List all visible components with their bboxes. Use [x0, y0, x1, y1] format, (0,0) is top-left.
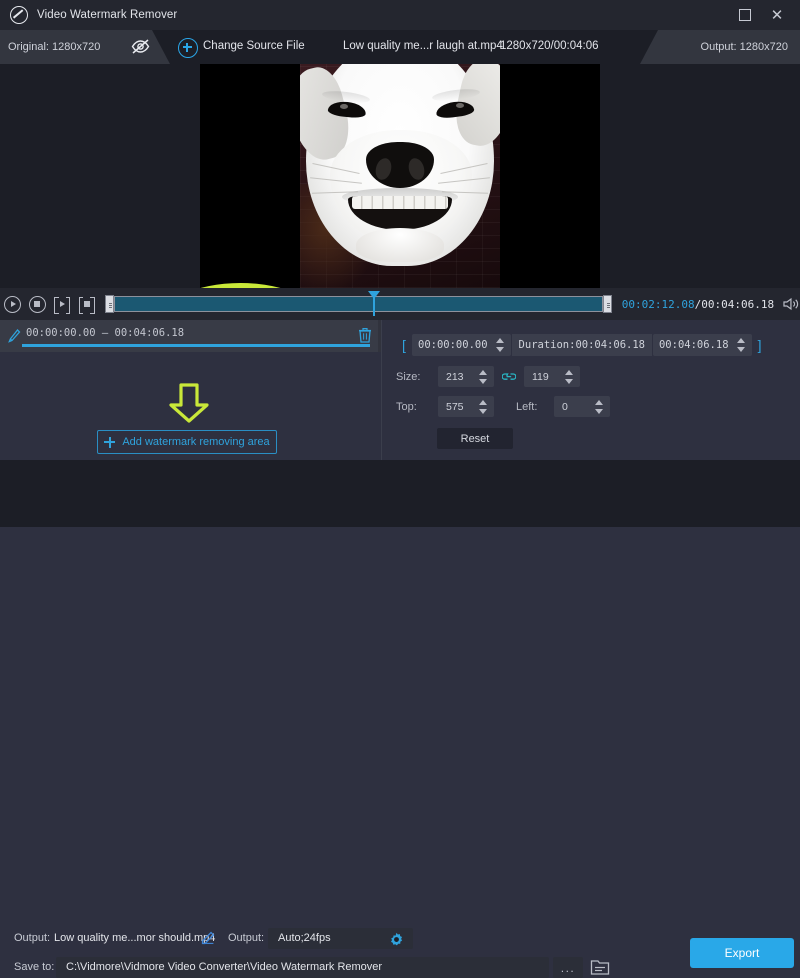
play-bracket-icon	[54, 297, 70, 312]
dog-nostril-left	[373, 156, 393, 181]
reset-button[interactable]: Reset	[437, 428, 513, 449]
stop-button[interactable]	[25, 293, 50, 315]
output-label-1: Output:	[14, 932, 50, 944]
close-button[interactable]: ✕	[762, 1, 792, 29]
plus-circle-icon[interactable]	[178, 38, 198, 58]
stepper-arrows-icon[interactable]	[735, 337, 748, 353]
play-circle-icon	[4, 296, 21, 313]
size-row: Size: 213 119	[396, 366, 580, 387]
source-file-name: Low quality me...r laugh at.mp4	[343, 40, 503, 52]
stepper-arrows-icon[interactable]	[563, 369, 576, 385]
gear-icon[interactable]	[389, 932, 404, 947]
title-bar: Video Watermark Remover ✕	[0, 0, 800, 30]
stop-circle-icon	[29, 296, 46, 313]
dog-eye-shine-left	[340, 104, 348, 109]
clip-progress-bar	[22, 344, 370, 347]
video-frame	[300, 64, 500, 288]
dog-eye-shine-right	[456, 103, 464, 108]
format-value: Auto;24fps	[278, 932, 331, 944]
time-display: 00:02:12.08/00:04:06.18	[622, 298, 774, 311]
window-title: Video Watermark Remover	[37, 9, 177, 21]
size-height-value: 119	[524, 371, 563, 383]
stepper-arrows-icon[interactable]	[593, 399, 606, 415]
dog-chin	[356, 228, 444, 262]
video-preview[interactable]	[200, 64, 600, 288]
transport-bar: 00:02:12.08/00:04:06.18	[0, 288, 800, 320]
properties-panel: [ 00:00:00.00 Duration:00:04:06.18 00:04…	[382, 320, 800, 460]
browse-more-button[interactable]: ...	[553, 957, 583, 978]
stepper-arrows-icon[interactable]	[477, 369, 490, 385]
size-height-stepper[interactable]: 119	[524, 366, 580, 387]
dog-nostril-right	[406, 156, 426, 181]
clip-item[interactable]: 00:00:00.00 — 00:04:06.18	[0, 320, 378, 352]
video-subject-dog	[306, 64, 494, 266]
add-watermark-area-button[interactable]: Add watermark removing area	[97, 430, 277, 454]
start-time-value: 00:00:00.00	[412, 339, 494, 351]
save-to-label: Save to:	[14, 961, 54, 973]
save-path-value: C:\Vidmore\Vidmore Video Converter\Video…	[66, 961, 382, 973]
left-label: Left:	[516, 401, 546, 413]
play-range-button[interactable]	[50, 293, 75, 315]
size-width-stepper[interactable]: 213	[438, 366, 494, 387]
add-watermark-area-label: Add watermark removing area	[122, 436, 269, 448]
window-controls: ✕	[730, 1, 800, 29]
app-window: Video Watermark Remover ✕ Original: 1280…	[0, 0, 800, 527]
timeline-scrubber[interactable]	[105, 294, 611, 314]
current-time: 00:02:12.08	[622, 298, 695, 311]
volume-icon[interactable]	[782, 296, 800, 312]
original-resolution-label: Original: 1280x720	[8, 41, 100, 53]
output-bar: Output: Low quality me...mor should.mp4 …	[0, 460, 800, 527]
watermark-logo-icon	[10, 6, 28, 24]
trim-handle-start[interactable]	[105, 295, 114, 313]
stop-range-button[interactable]	[74, 293, 99, 315]
top-stepper[interactable]: 575	[438, 396, 494, 417]
maximize-button[interactable]	[730, 1, 760, 29]
trim-handle-end[interactable]	[603, 295, 612, 313]
left-value: 0	[554, 401, 593, 413]
bracket-left-icon: [	[396, 337, 412, 353]
position-row: Top: 575 Left: 0	[396, 396, 610, 417]
link-chain-icon[interactable]	[502, 371, 516, 383]
output-file-name: Low quality me...mor should.mp4	[54, 932, 215, 944]
end-time-value: 00:04:06.18	[653, 339, 735, 351]
timeline-track[interactable]	[114, 296, 602, 312]
start-time-stepper[interactable]: 00:00:00.00	[412, 334, 511, 356]
source-info-bar: Original: 1280x720 Change Source File Lo…	[0, 30, 800, 64]
folder-icon[interactable]	[590, 958, 610, 976]
plus-icon	[104, 437, 115, 448]
close-icon: ✕	[771, 8, 784, 23]
top-value: 575	[438, 401, 477, 413]
pencil-icon[interactable]	[201, 931, 215, 945]
total-time: /00:04:06.18	[695, 298, 774, 311]
top-label: Top:	[396, 401, 430, 413]
bracket-right-icon: ]	[752, 337, 768, 353]
playhead-marker[interactable]	[373, 292, 375, 316]
export-button[interactable]: Export	[690, 938, 794, 968]
output-tab[interactable]: Output: 1280x720	[640, 30, 800, 64]
end-time-stepper[interactable]: 00:04:06.18	[653, 334, 752, 356]
duration-display: Duration:00:04:06.18	[512, 334, 652, 356]
clip-time-range: 00:00:00.00 — 00:04:06.18	[26, 327, 184, 339]
eye-hidden-icon[interactable]	[131, 39, 150, 54]
preview-stage	[0, 64, 800, 288]
output-label-2: Output:	[228, 932, 264, 944]
size-width-value: 213	[438, 371, 477, 383]
time-range-row: [ 00:00:00.00 Duration:00:04:06.18 00:04…	[396, 334, 768, 356]
watermark-clip-icon	[8, 329, 21, 343]
stop-bracket-icon	[79, 297, 95, 312]
source-file-meta: 1280x720/00:04:06	[500, 40, 598, 52]
stepper-arrows-icon[interactable]	[477, 399, 490, 415]
arrow-down-icon	[168, 383, 210, 423]
maximize-icon	[739, 9, 751, 21]
stepper-arrows-icon[interactable]	[494, 337, 507, 353]
left-stepper[interactable]: 0	[554, 396, 610, 417]
dog-teeth	[352, 196, 448, 209]
change-source-file-button[interactable]: Change Source File	[203, 40, 305, 52]
play-button[interactable]	[0, 293, 25, 315]
output-resolution-label: Output: 1280x720	[701, 41, 788, 53]
size-label: Size:	[396, 371, 430, 383]
trash-icon[interactable]	[358, 327, 372, 343]
